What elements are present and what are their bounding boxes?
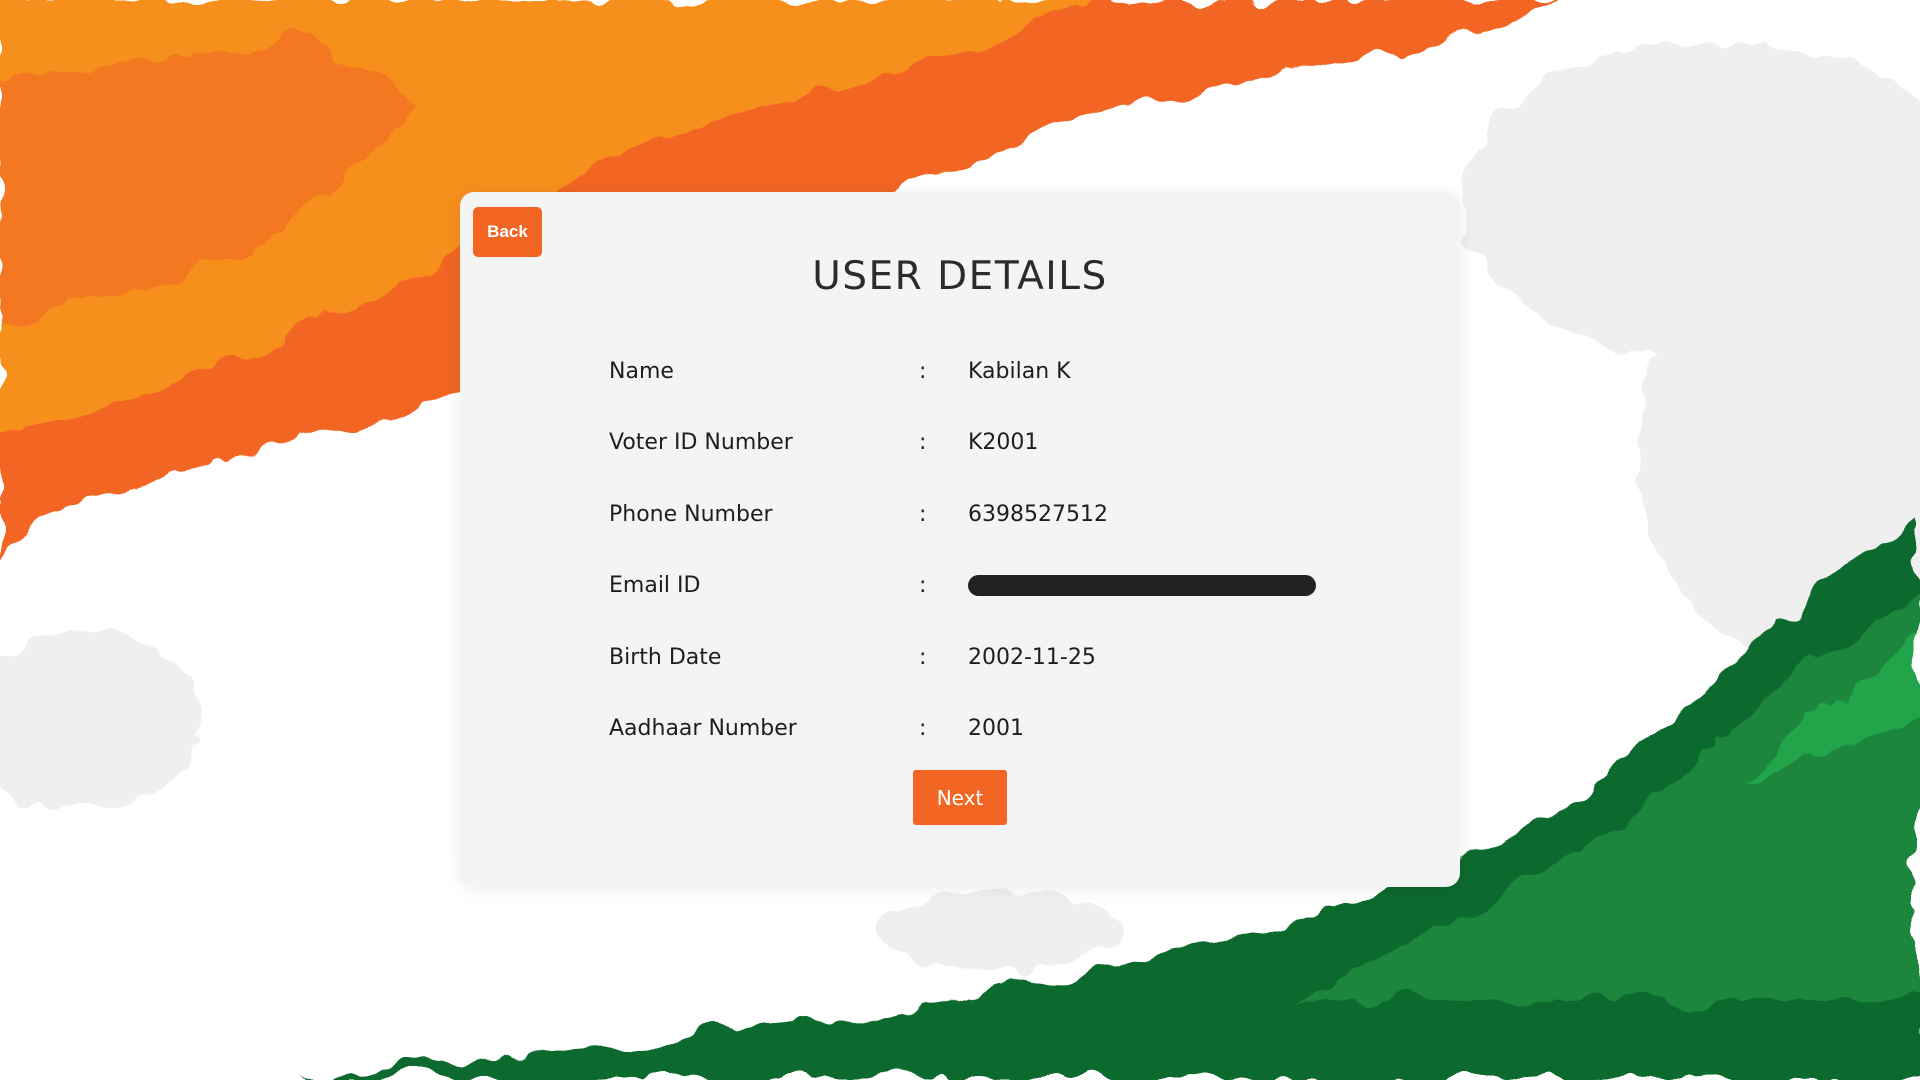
row-label: Birth Date (609, 644, 722, 670)
back-button[interactable]: Back (473, 207, 542, 257)
detail-row-email: Email ID : (609, 570, 1316, 600)
row-value: Kabilan K (968, 358, 1071, 384)
row-value (968, 573, 1316, 598)
page-title: USER DETAILS (812, 254, 1108, 299)
detail-row-birth-date: Birth Date : 2002-11-25 (609, 642, 1096, 672)
row-value: K2001 (968, 429, 1039, 455)
row-label: Aadhaar Number (609, 715, 797, 741)
next-button[interactable]: Next (913, 770, 1007, 825)
row-label: Name (609, 358, 674, 384)
row-value: 6398527512 (968, 501, 1108, 527)
detail-row-phone: Phone Number : 6398527512 (609, 499, 1108, 529)
row-separator: : (919, 358, 927, 384)
row-value: 2002-11-25 (968, 644, 1096, 670)
row-separator: : (919, 715, 927, 741)
row-label: Voter ID Number (609, 429, 793, 455)
row-label: Phone Number (609, 501, 773, 527)
row-separator: : (919, 501, 927, 527)
redacted-email-mark (968, 575, 1316, 596)
row-separator: : (919, 572, 927, 598)
row-separator: : (919, 644, 927, 670)
detail-row-voter-id: Voter ID Number : K2001 (609, 427, 1038, 457)
row-value: 2001 (968, 715, 1024, 741)
detail-row-aadhaar: Aadhaar Number : 2001 (609, 713, 1024, 743)
detail-row-name: Name : Kabilan K (609, 356, 1071, 386)
row-label: Email ID (609, 572, 701, 598)
row-separator: : (919, 429, 927, 455)
user-details-card: Back USER DETAILS Name : Kabilan K Voter… (460, 192, 1460, 887)
